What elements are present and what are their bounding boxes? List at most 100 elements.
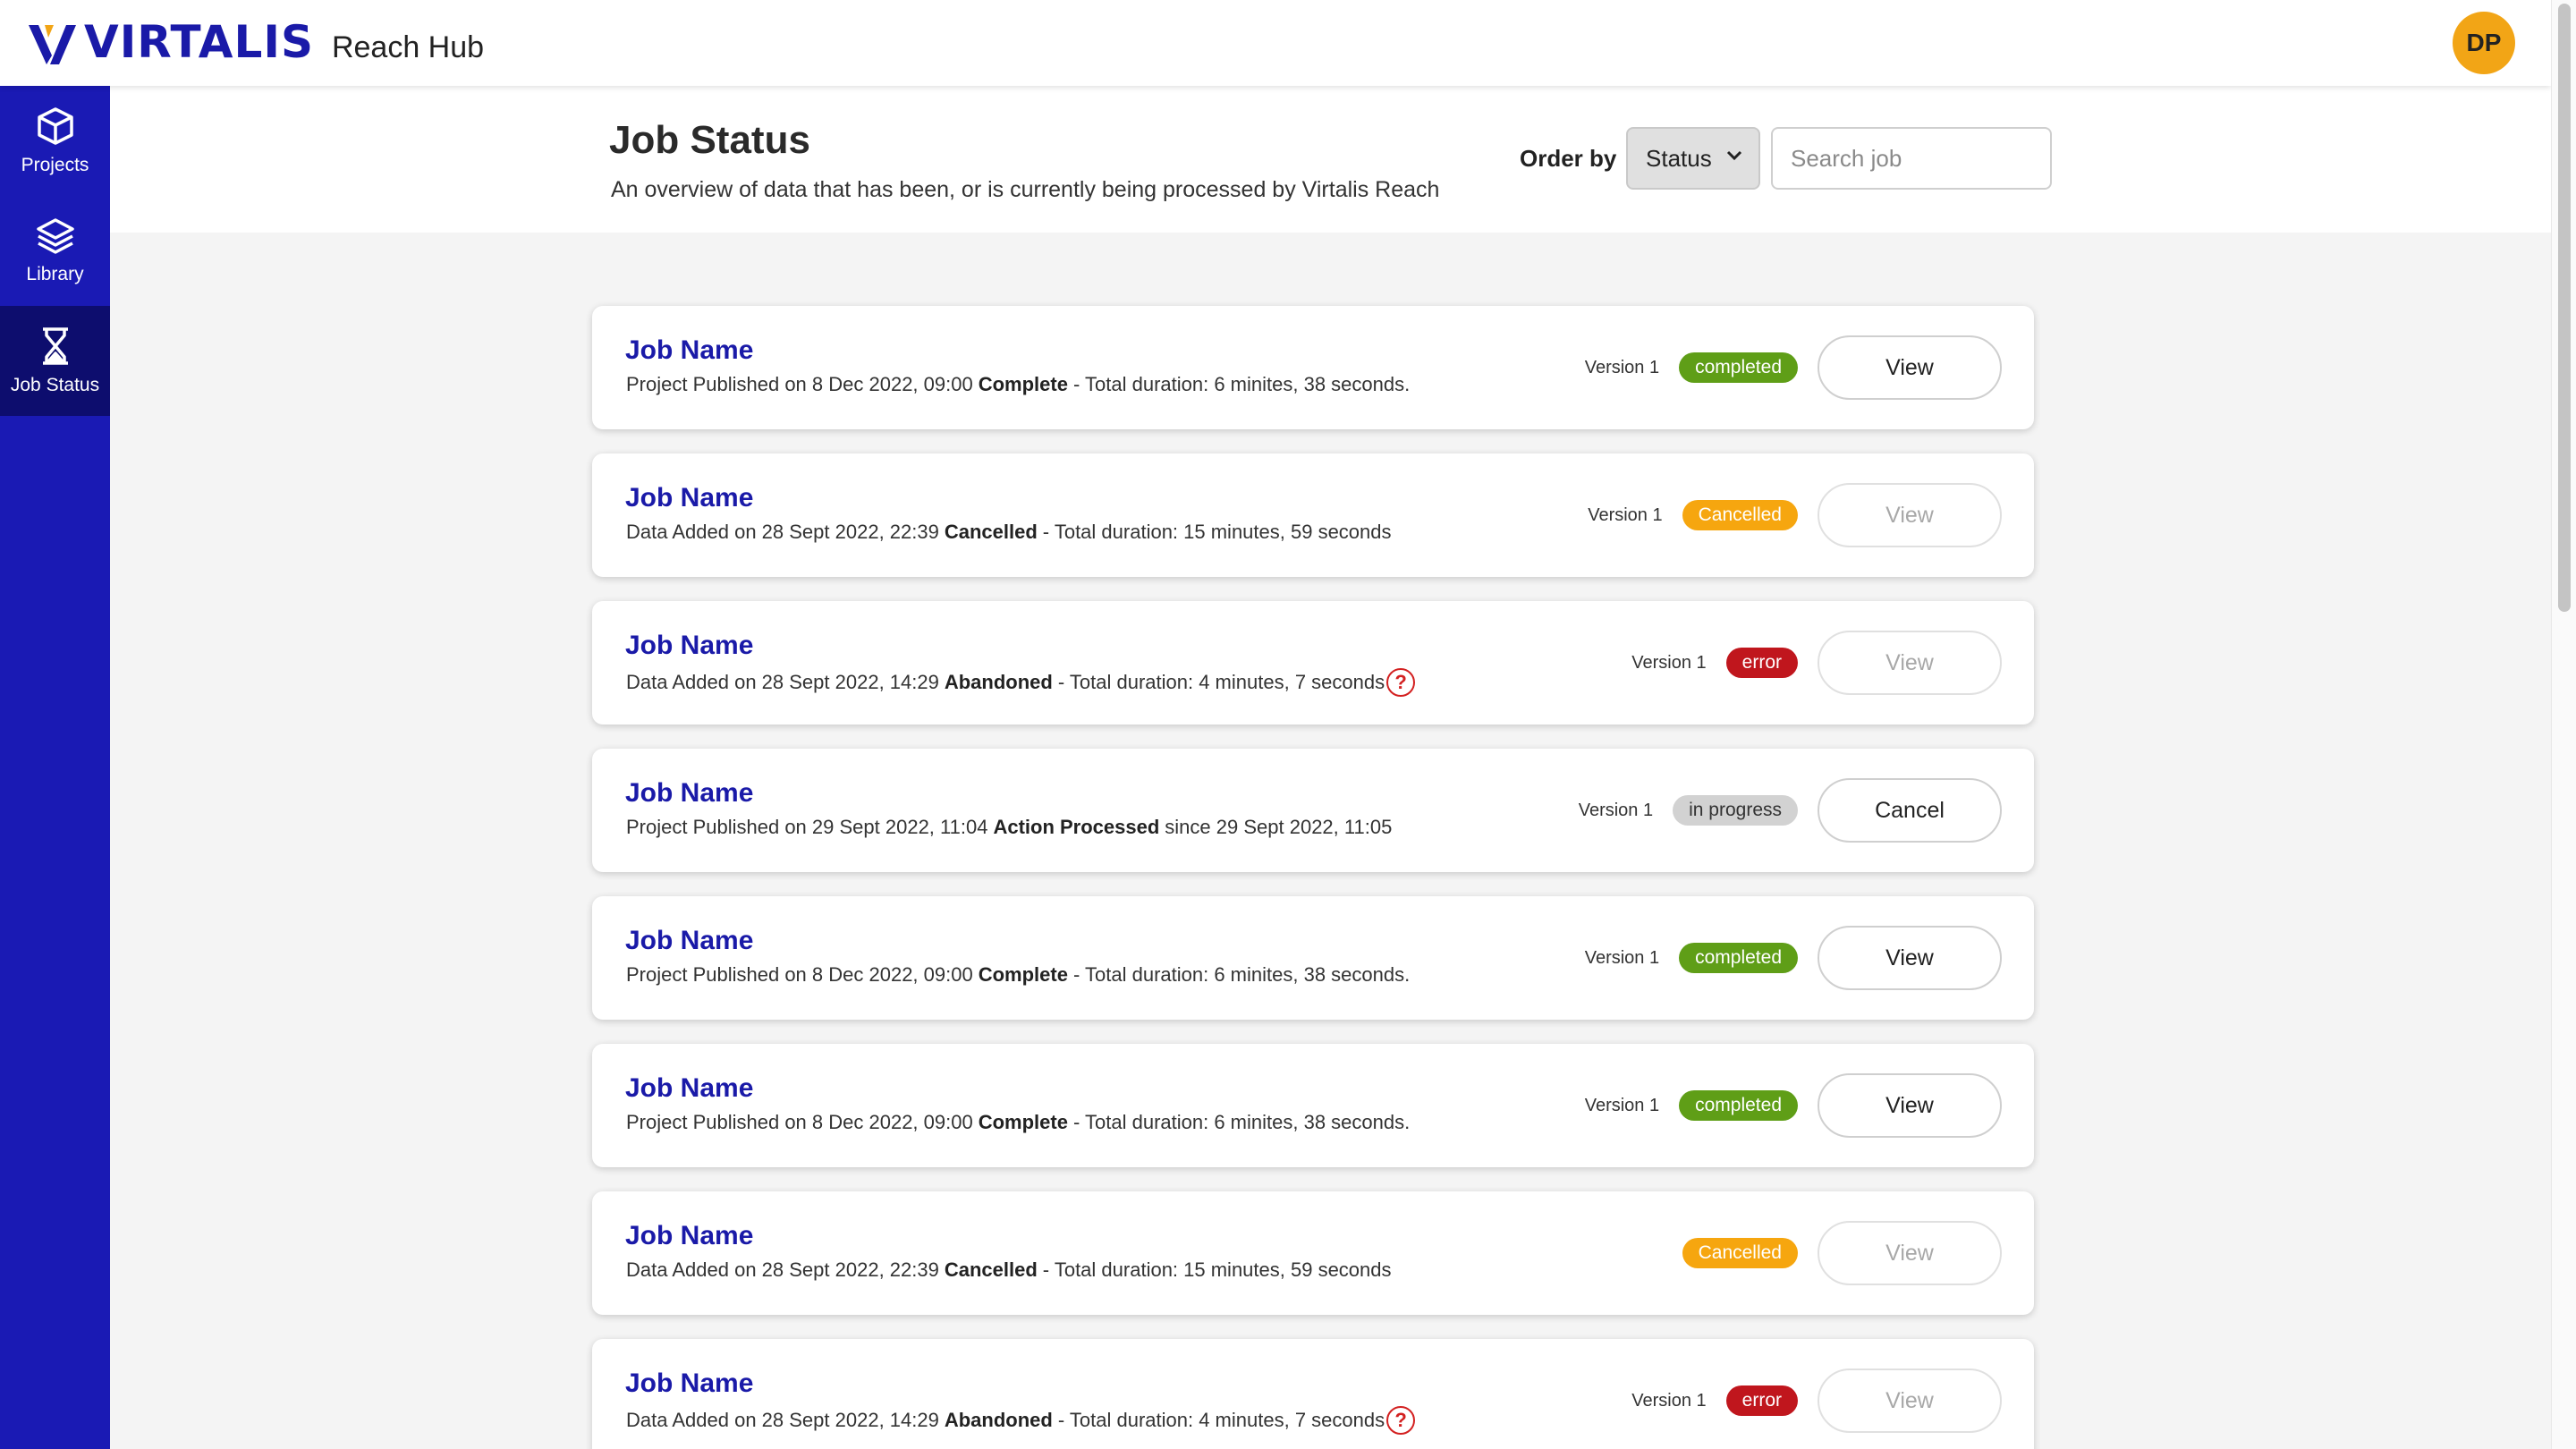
sidebar-item-label: Projects (21, 154, 89, 175)
job-version: Version 1 (1584, 1095, 1660, 1115)
job-name-link[interactable]: Job Name (625, 483, 753, 513)
job-version: Version 1 (1578, 800, 1654, 820)
status-badge: completed (1679, 1090, 1798, 1121)
job-desc-prefix: Project Published on 29 Sept 2022, 11:04 (626, 816, 988, 838)
sidebar-item-library[interactable]: Library (0, 196, 110, 306)
job-status-text: Complete (978, 963, 1068, 986)
job-description: Data Added on 28 Sept 2022, 14:29 Abando… (626, 668, 1416, 697)
view-button[interactable]: View (1818, 631, 2002, 695)
view-button[interactable]: View (1818, 926, 2002, 990)
top-bar: VIRTALIS Reach Hub DP (0, 0, 2551, 86)
job-status-text: Abandoned (944, 1409, 1053, 1431)
user-avatar[interactable]: DP (2453, 12, 2515, 74)
job-status-text: Abandoned (944, 671, 1053, 693)
job-card: Job Name Data Added on 28 Sept 2022, 22:… (592, 1191, 2034, 1315)
job-description: Data Added on 28 Sept 2022, 22:39 Cancel… (626, 521, 1392, 544)
job-description: Data Added on 28 Sept 2022, 14:29 Abando… (626, 1406, 1416, 1435)
job-version: Version 1 (1588, 504, 1663, 525)
job-description: Project Published on 8 Dec 2022, 09:00 C… (626, 373, 1410, 396)
job-desc-suffix: - Total duration: 4 minutes, 7 seconds (1057, 671, 1385, 693)
job-description: Project Published on 8 Dec 2022, 09:00 C… (626, 963, 1410, 987)
job-desc-suffix: - Total duration: 6 minites, 38 seconds. (1072, 373, 1411, 395)
job-name-link[interactable]: Job Name (625, 1221, 753, 1251)
page-subtitle: An overview of data that has been, or is… (611, 177, 1440, 202)
hourglass-icon (42, 326, 68, 365)
view-button[interactable]: View (1818, 1368, 2002, 1433)
cube-icon (37, 106, 73, 145)
sidebar-item-projects[interactable]: Projects (0, 86, 110, 196)
page-title: Job Status (609, 118, 810, 162)
sidebar: Projects Library Job Status (0, 86, 110, 1449)
job-card: Job Name Data Added on 28 Sept 2022, 22:… (592, 453, 2034, 577)
job-version: Version 1 (1584, 947, 1660, 968)
status-badge: completed (1679, 943, 1798, 973)
job-desc-suffix: - Total duration: 6 minites, 38 seconds. (1072, 1111, 1411, 1133)
job-description: Data Added on 28 Sept 2022, 22:39 Cancel… (626, 1258, 1392, 1282)
job-version: Version 1 (1631, 1390, 1707, 1411)
job-version: Version 1 (1584, 357, 1660, 377)
help-icon[interactable]: ? (1386, 668, 1416, 697)
job-card: Job Name Project Published on 8 Dec 2022… (592, 896, 2034, 1020)
job-description: Project Published on 8 Dec 2022, 09:00 C… (626, 1111, 1410, 1134)
job-card: Job Name Project Published on 29 Sept 20… (592, 749, 2034, 872)
job-desc-prefix: Project Published on 8 Dec 2022, 09:00 (626, 963, 973, 986)
job-card: Job Name Data Added on 28 Sept 2022, 14:… (592, 601, 2034, 724)
view-button[interactable]: View (1818, 1221, 2002, 1285)
status-badge: in progress (1673, 795, 1798, 826)
job-description: Project Published on 29 Sept 2022, 11:04… (626, 816, 1392, 839)
job-status-text: Cancelled (944, 1258, 1038, 1281)
job-status-text: Complete (978, 373, 1068, 395)
page-header: Job Status An overview of data that has … (110, 86, 2551, 233)
job-name-link[interactable]: Job Name (625, 926, 753, 956)
job-desc-prefix: Data Added on 28 Sept 2022, 22:39 (626, 1258, 939, 1281)
job-name-link[interactable]: Job Name (625, 778, 753, 809)
order-by-label: Order by (1520, 145, 1617, 172)
job-name-link[interactable]: Job Name (625, 1073, 753, 1104)
order-by-value: Status (1646, 144, 1712, 172)
scrollbar-thumb[interactable] (2558, 4, 2571, 612)
view-button[interactable]: View (1818, 1073, 2002, 1138)
search-input[interactable] (1771, 127, 2052, 190)
virtalis-logo-icon (29, 25, 76, 64)
status-badge: error (1725, 648, 1798, 678)
sidebar-item-label: Library (26, 263, 84, 284)
job-status-text: Complete (978, 1111, 1068, 1133)
job-status-text: Action Processed (993, 816, 1160, 838)
job-name-link[interactable]: Job Name (625, 631, 753, 661)
job-version: Version 1 (1631, 652, 1707, 673)
page-scrollbar[interactable] (2551, 0, 2576, 1449)
job-card: Job Name Data Added on 28 Sept 2022, 14:… (592, 1339, 2034, 1449)
brand-logo[interactable]: VIRTALIS Reach Hub (29, 20, 484, 64)
job-desc-prefix: Project Published on 8 Dec 2022, 09:00 (626, 1111, 973, 1133)
logo-wordmark: VIRTALIS (84, 16, 314, 68)
job-desc-suffix: - Total duration: 4 minutes, 7 seconds (1057, 1409, 1385, 1431)
status-badge: Cancelled (1682, 1238, 1798, 1268)
job-desc-suffix: since 29 Sept 2022, 11:05 (1165, 816, 1393, 838)
job-desc-suffix: - Total duration: 15 minutes, 59 seconds (1042, 1258, 1392, 1281)
job-desc-prefix: Data Added on 28 Sept 2022, 14:29 (626, 1409, 939, 1431)
job-desc-prefix: Data Added on 28 Sept 2022, 22:39 (626, 521, 939, 543)
job-card: Job Name Project Published on 8 Dec 2022… (592, 306, 2034, 429)
job-name-link[interactable]: Job Name (625, 335, 753, 366)
job-desc-suffix: - Total duration: 15 minutes, 59 seconds (1042, 521, 1392, 543)
job-desc-prefix: Project Published on 8 Dec 2022, 09:00 (626, 373, 973, 395)
status-badge: Cancelled (1682, 500, 1798, 530)
chevron-down-icon (1726, 150, 1742, 161)
job-status-text: Cancelled (944, 521, 1038, 543)
status-badge: completed (1679, 352, 1798, 383)
status-badge: error (1725, 1385, 1798, 1416)
job-desc-suffix: - Total duration: 6 minites, 38 seconds. (1072, 963, 1411, 986)
help-icon[interactable]: ? (1386, 1406, 1416, 1435)
job-desc-prefix: Data Added on 28 Sept 2022, 14:29 (626, 671, 939, 693)
job-list: Job Name Project Published on 8 Dec 2022… (592, 306, 2034, 1449)
layers-icon (36, 217, 74, 254)
order-by-select[interactable]: Status (1626, 127, 1760, 190)
job-card: Job Name Project Published on 8 Dec 2022… (592, 1044, 2034, 1167)
sidebar-item-job-status[interactable]: Job Status (0, 306, 110, 416)
view-button[interactable]: View (1818, 335, 2002, 400)
cancel-button[interactable]: Cancel (1818, 778, 2002, 843)
job-name-link[interactable]: Job Name (625, 1368, 753, 1399)
view-button[interactable]: View (1818, 483, 2002, 547)
sidebar-item-label: Job Status (10, 374, 100, 395)
product-name: Reach Hub (331, 30, 485, 64)
